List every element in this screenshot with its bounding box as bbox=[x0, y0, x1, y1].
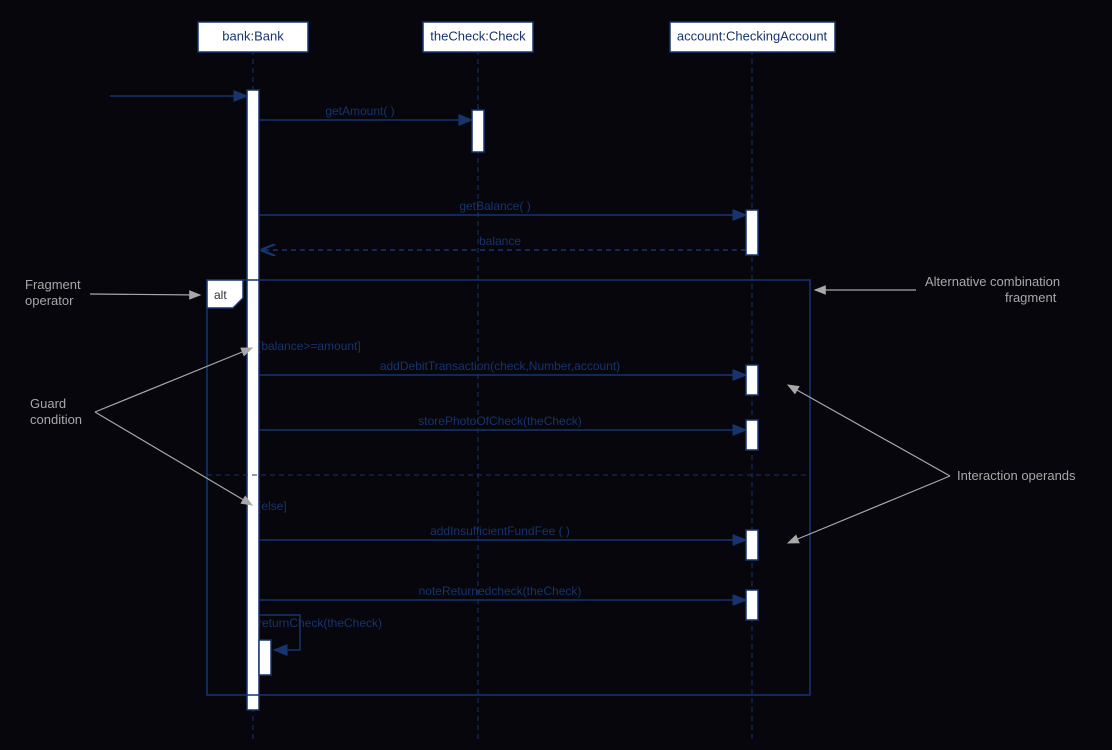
msg-getBalance-text: getBalance( ) bbox=[459, 199, 530, 213]
msg-noteReturned-text: noteReturnedcheck(theCheck) bbox=[419, 584, 582, 598]
activation-account-addDebit bbox=[746, 365, 758, 395]
anno-fragment-operator-line bbox=[90, 294, 200, 295]
msg-returnCheck-text: returnCheck(theCheck) bbox=[258, 616, 382, 630]
anno-altfrag-1: Alternative combination bbox=[925, 274, 1060, 289]
activation-check-getAmount bbox=[472, 110, 484, 152]
anno-guard-1: Guard bbox=[30, 396, 66, 411]
anno-guard-line2 bbox=[95, 412, 252, 505]
anno-interop: Interaction operands bbox=[957, 468, 1076, 483]
anno-guard-2: condition bbox=[30, 412, 82, 427]
activation-account-noteReturned bbox=[746, 590, 758, 620]
msg-addDebit-text: addDebitTransaction(check,Number,account… bbox=[380, 359, 620, 373]
activation-account-storePhoto bbox=[746, 420, 758, 450]
anno-fragment-operator-2: operator bbox=[25, 293, 74, 308]
guard2-text: [else] bbox=[258, 499, 287, 513]
alt-tag-text: alt bbox=[214, 288, 227, 302]
msg-getAmount-text: getAmount( ) bbox=[325, 104, 394, 118]
lifeline-account-label: account:CheckingAccount bbox=[677, 28, 828, 43]
lifeline-bank-label: bank:Bank bbox=[222, 28, 284, 43]
activation-bank-returnCheck bbox=[259, 640, 271, 675]
msg-balance-text: balance bbox=[479, 234, 521, 248]
anno-interop-line2 bbox=[788, 476, 950, 543]
msg-storePhoto-text: storePhotoOfCheck(theCheck) bbox=[418, 414, 581, 428]
anno-interop-line1 bbox=[788, 385, 950, 476]
anno-guard-line1 bbox=[95, 348, 252, 412]
guard1-text: [balance>=amount] bbox=[258, 339, 361, 353]
activation-account-addFee bbox=[746, 530, 758, 560]
msg-addFee-text: addInsufficientFundFee ( ) bbox=[430, 524, 570, 538]
sequence-diagram: bank:Bank theCheck:Check account:Checkin… bbox=[0, 0, 1112, 750]
anno-altfrag-2: fragment bbox=[1005, 290, 1057, 305]
lifeline-check-label: theCheck:Check bbox=[430, 28, 526, 43]
activation-account-getBalance bbox=[746, 210, 758, 255]
anno-fragment-operator-1: Fragment bbox=[25, 277, 81, 292]
